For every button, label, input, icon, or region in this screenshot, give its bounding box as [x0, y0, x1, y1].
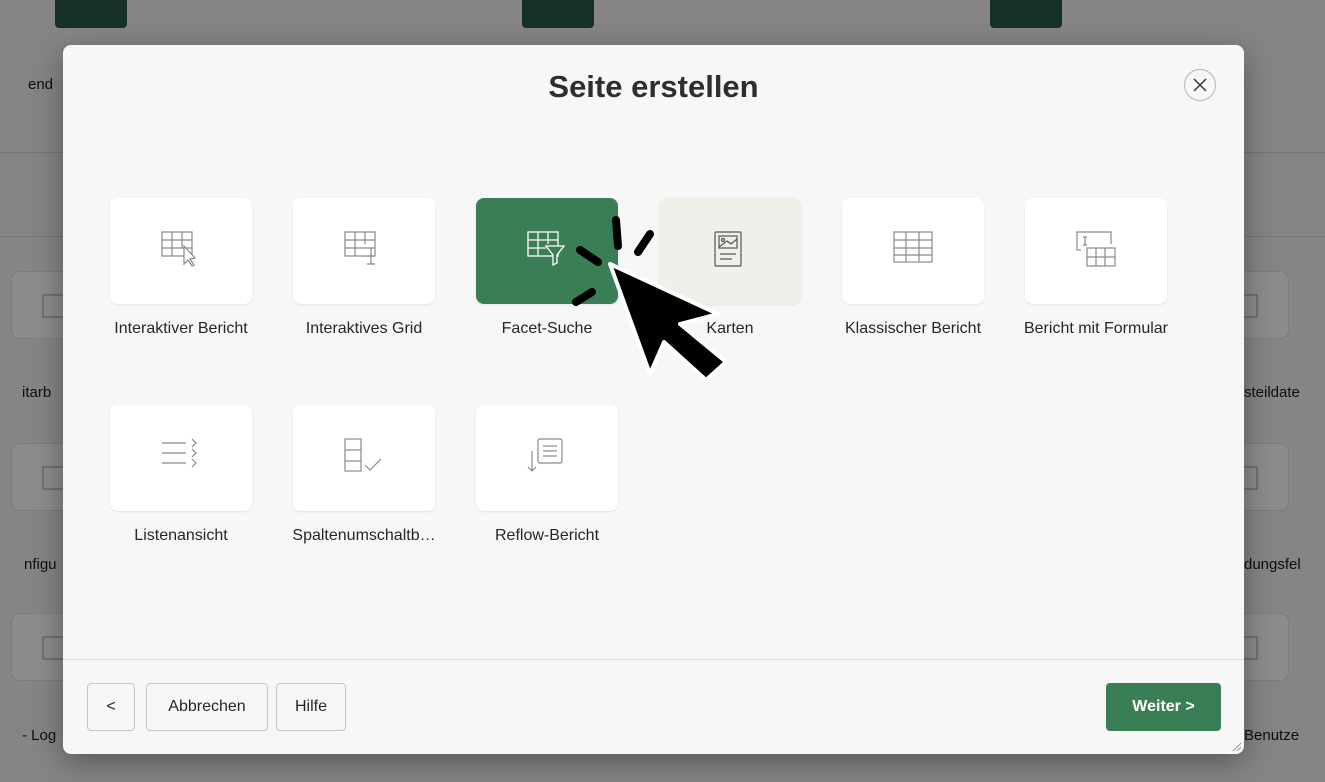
list-view-icon — [162, 438, 197, 468]
page-type-label: Klassischer Bericht — [844, 320, 982, 337]
page-type-tile[interactable] — [110, 405, 252, 511]
page-type-tile[interactable] — [1025, 198, 1167, 304]
next-button[interactable]: Weiter > — [1106, 683, 1221, 731]
close-icon — [1193, 78, 1207, 92]
page-type-label: Interaktiver Bericht — [114, 320, 248, 337]
interactive-grid-icon — [344, 231, 376, 265]
page-type-label: Listenansicht — [134, 527, 228, 544]
report-with-form-icon — [1076, 231, 1116, 267]
footer-divider — [63, 659, 1244, 660]
cancel-button[interactable]: Abbrechen — [146, 683, 268, 731]
page-type-tile[interactable] — [476, 405, 618, 511]
page-type-label: Spaltenumschaltb… — [292, 527, 436, 544]
page-type-label: Interaktives Grid — [305, 320, 423, 337]
help-button[interactable]: Hilfe — [276, 683, 346, 731]
create-page-dialog: Seite erstellen Interaktiver Bericht Int… — [63, 45, 1244, 754]
reflow-report-icon — [527, 438, 563, 472]
back-button[interactable]: < — [87, 683, 135, 731]
resize-grip-icon[interactable] — [1230, 740, 1242, 752]
classic-report-icon — [893, 231, 933, 263]
page-type-tile[interactable] — [293, 198, 435, 304]
page-type-label: Bericht mit Formular — [1023, 320, 1169, 337]
interactive-report-icon — [161, 231, 197, 267]
close-button[interactable] — [1184, 69, 1216, 101]
mouse-pointer-icon — [572, 216, 728, 382]
page-type-tile[interactable] — [293, 405, 435, 511]
page-type-tile[interactable] — [110, 198, 252, 304]
page-type-tile[interactable] — [842, 198, 984, 304]
dialog-title: Seite erstellen — [548, 69, 759, 104]
column-toggle-report-icon — [344, 438, 382, 472]
page-type-label: Reflow-Bericht — [494, 527, 600, 544]
